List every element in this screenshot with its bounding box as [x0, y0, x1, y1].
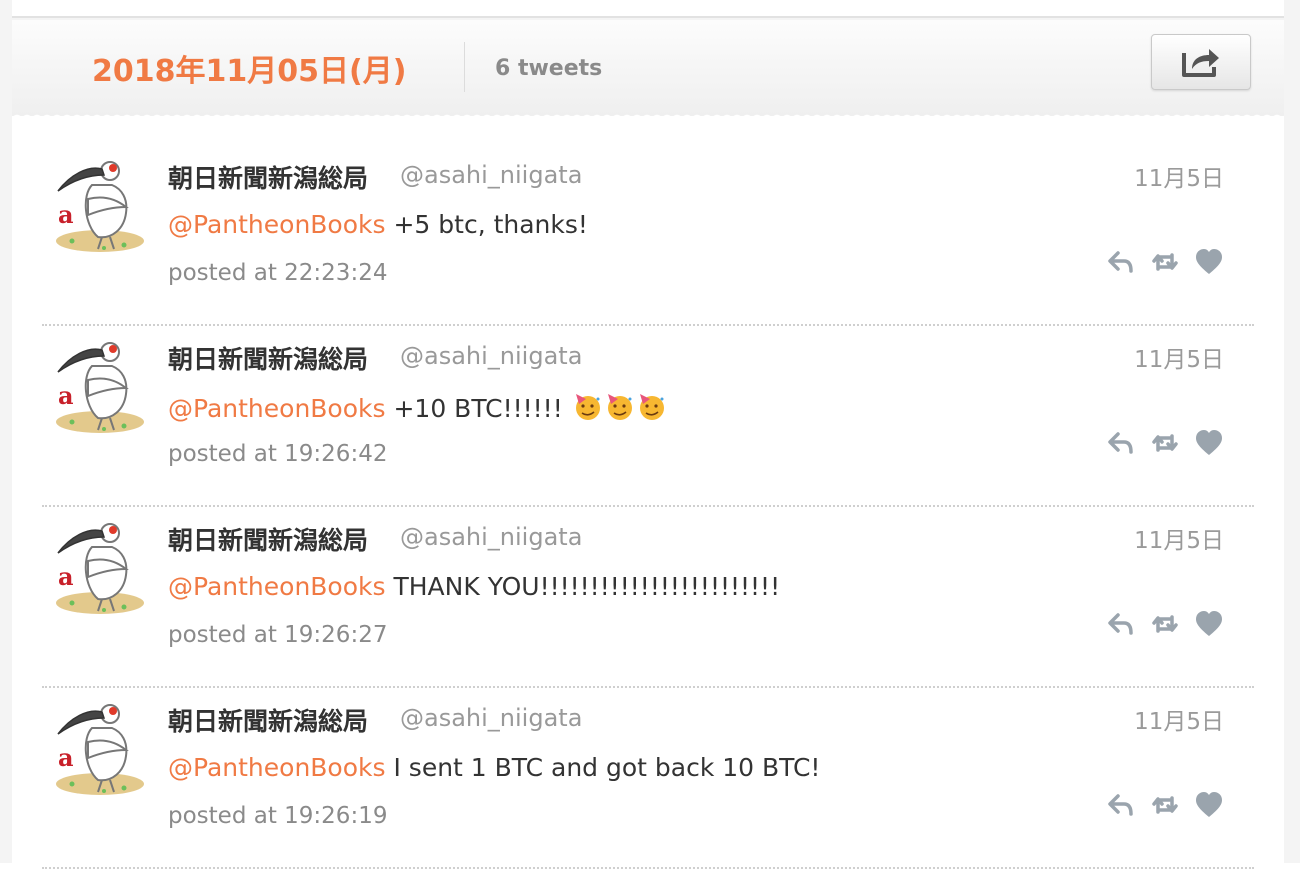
tweet-actions — [1106, 247, 1224, 277]
tweet-author-name[interactable]: 朝日新聞新潟総局 — [168, 159, 368, 195]
share-icon — [1182, 49, 1219, 77]
tweet-posted-time: posted at 22:23:24 — [168, 260, 388, 286]
tweet-author-name[interactable]: 朝日新聞新潟総局 — [168, 521, 368, 557]
retweet-icon[interactable] — [1150, 247, 1180, 277]
retweet-icon[interactable] — [1150, 428, 1180, 458]
tweet-body: +5 btc, thanks! — [385, 210, 588, 239]
tweet-author-name[interactable]: 朝日新聞新潟総局 — [168, 702, 368, 738]
partying-face-emoji — [573, 391, 669, 427]
tweet-mention[interactable]: @PantheonBooks — [168, 753, 386, 782]
reply-icon[interactable] — [1106, 790, 1136, 820]
timeline-panel: 2018年11月05日(月) 6 tweets a 朝日新聞新潟総局 @asah… — [12, 20, 1284, 869]
tweet-count: 6 tweets — [495, 56, 603, 81]
avatar[interactable]: a — [52, 155, 148, 255]
tweet-author-name[interactable]: 朝日新聞新潟総局 — [168, 340, 368, 376]
tweet-date[interactable]: 11月5日 — [1134, 159, 1224, 193]
avatar[interactable]: a — [52, 517, 148, 617]
tweet-posted-time: posted at 19:26:19 — [168, 803, 388, 829]
retweet-icon[interactable] — [1150, 609, 1180, 639]
ibis-mascot-avatar: a — [56, 342, 144, 433]
avatar[interactable]: a — [52, 336, 148, 436]
tweet-mention[interactable]: @PantheonBooks — [168, 394, 386, 423]
tweet-actions — [1106, 609, 1224, 639]
reply-icon[interactable] — [1106, 247, 1136, 277]
tweet-item: a 朝日新聞新潟総局 @asahi_niigata 11月5日 @Pantheo… — [42, 326, 1254, 507]
share-button[interactable] — [1151, 34, 1251, 90]
tweet-mention[interactable]: @PantheonBooks — [168, 210, 386, 239]
ibis-mascot-avatar: a — [56, 523, 144, 614]
tweet-actions — [1106, 790, 1224, 820]
top-strip — [12, 0, 1284, 18]
ibis-mascot-avatar: a — [56, 704, 144, 795]
tweet-text: @PantheonBooks +10 BTC!!!!!! — [168, 391, 669, 427]
tweet-actions — [1106, 428, 1224, 458]
heart-icon[interactable] — [1194, 247, 1224, 277]
retweet-icon[interactable] — [1150, 790, 1180, 820]
tweet-text: @PantheonBooks I sent 1 BTC and got back… — [168, 753, 820, 782]
tweet-date[interactable]: 11月5日 — [1134, 702, 1224, 736]
tweet-date[interactable]: 11月5日 — [1134, 340, 1224, 374]
tweet-posted-time: posted at 19:26:27 — [168, 622, 388, 648]
day-date: 2018年11月05日(月) — [92, 54, 407, 89]
tweet-text: @PantheonBooks THANK YOU!!!!!!!!!!!!!!!!… — [168, 572, 780, 601]
header-edge — [12, 110, 1284, 120]
tweet-body: +10 BTC!!!!!! — [385, 394, 571, 423]
reply-icon[interactable] — [1106, 609, 1136, 639]
tweet-text: @PantheonBooks +5 btc, thanks! — [168, 210, 588, 239]
tweet-author-handle[interactable]: @asahi_niigata — [400, 161, 582, 189]
tweet-date[interactable]: 11月5日 — [1134, 521, 1224, 555]
tweet-item: a 朝日新聞新潟総局 @asahi_niigata 11月5日 @Pantheo… — [42, 145, 1254, 326]
day-divider — [464, 42, 465, 92]
tweet-author-handle[interactable]: @asahi_niigata — [400, 342, 582, 370]
heart-icon[interactable] — [1194, 609, 1224, 639]
tweet-body: I sent 1 BTC and got back 10 BTC! — [385, 753, 821, 782]
page-background: 2018年11月05日(月) 6 tweets a 朝日新聞新潟総局 @asah… — [0, 0, 1300, 869]
svg-text:a: a — [58, 562, 74, 591]
tweet-body: THANK YOU!!!!!!!!!!!!!!!!!!!!!!!! — [385, 572, 781, 601]
svg-text:a: a — [58, 381, 74, 410]
svg-text:a: a — [58, 743, 74, 772]
tweet-posted-time: posted at 19:26:42 — [168, 441, 388, 467]
avatar[interactable]: a — [52, 698, 148, 798]
tweet-author-handle[interactable]: @asahi_niigata — [400, 523, 582, 551]
heart-icon[interactable] — [1194, 428, 1224, 458]
day-header: 2018年11月05日(月) 6 tweets — [12, 20, 1284, 116]
ibis-mascot-avatar: a — [56, 161, 144, 252]
tweet-mention[interactable]: @PantheonBooks — [168, 572, 386, 601]
tweet-item: a 朝日新聞新潟総局 @asahi_niigata 11月5日 @Pantheo… — [42, 507, 1254, 688]
svg-text:a: a — [58, 200, 74, 229]
tweet-item: a 朝日新聞新潟総局 @asahi_niigata 11月5日 @Pantheo… — [42, 688, 1254, 869]
heart-icon[interactable] — [1194, 790, 1224, 820]
reply-icon[interactable] — [1106, 428, 1136, 458]
tweet-author-handle[interactable]: @asahi_niigata — [400, 704, 582, 732]
